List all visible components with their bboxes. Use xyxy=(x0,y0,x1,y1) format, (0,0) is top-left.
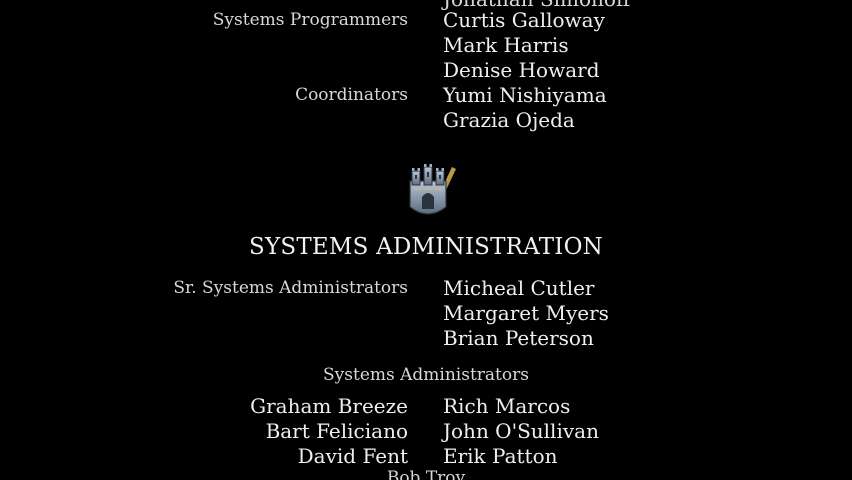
role-systems-programmers: Systems Programmers xyxy=(212,10,408,30)
role-coordinators: Coordinators xyxy=(295,85,408,105)
credit-name: Erik Patton xyxy=(443,444,558,468)
credit-name-left: Bart Feliciano xyxy=(265,419,408,443)
section-heading-systems-administration: SYSTEMS ADMINISTRATION xyxy=(249,234,603,260)
credit-name: Curtis Galloway xyxy=(443,8,605,32)
credit-name: John O'Sullivan xyxy=(443,419,599,443)
castle-crest-icon xyxy=(409,164,456,215)
credit-name: Yumi Nishiyama xyxy=(443,83,607,107)
credit-name-left: David Fent xyxy=(297,444,408,468)
credit-name: Denise Howard xyxy=(443,58,600,82)
credit-name-left: Graham Breeze xyxy=(250,394,408,418)
credit-name: Brian Peterson xyxy=(443,326,594,350)
credit-name: Micheal Cutler xyxy=(443,276,595,300)
credit-name-cut-bottom: Bob Troy xyxy=(386,468,466,480)
role-sr-systems-administrators: Sr. Systems Administrators xyxy=(173,278,408,298)
role-systems-administrators: Systems Administrators xyxy=(323,365,529,385)
credit-name: Margaret Myers xyxy=(443,301,609,325)
credit-name: Grazia Ojeda xyxy=(443,108,575,132)
credits-screen: Jonathan Simonoff Systems Programmers Cu… xyxy=(0,0,852,480)
credit-name: Mark Harris xyxy=(443,33,569,57)
credit-name: Rich Marcos xyxy=(443,394,571,418)
